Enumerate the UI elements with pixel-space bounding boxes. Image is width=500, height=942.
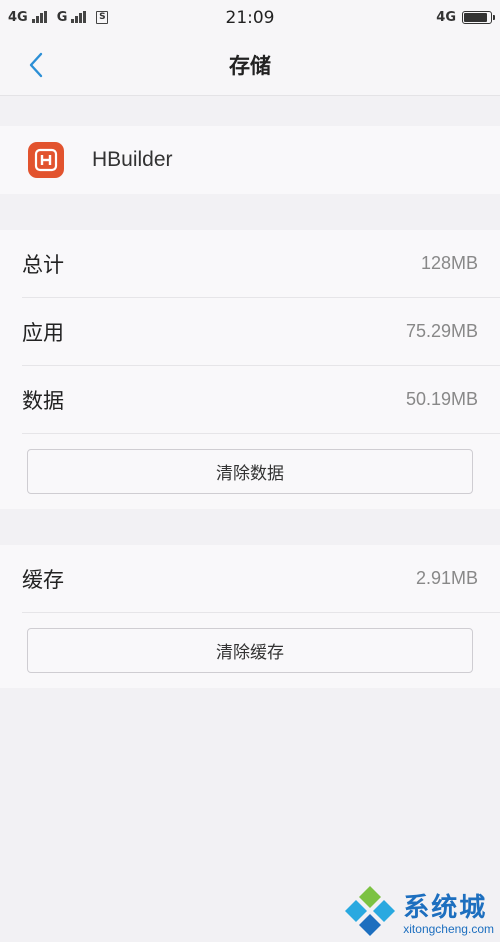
signal-bars-icon-2 bbox=[71, 11, 87, 23]
row-value: 50.19MB bbox=[405, 389, 478, 409]
watermark-cn: 系统城 bbox=[403, 892, 488, 923]
storage-row-data: 数据 50.19MB bbox=[22, 366, 500, 434]
network-label: 4G bbox=[436, 9, 456, 25]
row-label: 缓存 bbox=[22, 567, 64, 592]
row-label: 数据 bbox=[22, 388, 64, 413]
storage-row-total: 总计 128MB bbox=[22, 230, 500, 298]
page-title: 存储 bbox=[229, 53, 271, 78]
row-value: 2.91MB bbox=[415, 568, 478, 588]
cache-section: 缓存 2.91MB 清除缓存 bbox=[0, 545, 500, 688]
row-label: 总计 bbox=[22, 252, 64, 277]
h-logo-icon bbox=[34, 148, 58, 172]
app-info-card: HBuilder bbox=[0, 126, 500, 194]
sim1-label: 4G bbox=[8, 9, 28, 25]
sim2-label: G bbox=[56, 9, 68, 25]
watermark-en: xitongcheng.com bbox=[403, 921, 494, 936]
row-label: 应用 bbox=[22, 320, 64, 345]
hbuilder-app-icon bbox=[28, 142, 64, 178]
row-value: 75.29MB bbox=[405, 321, 478, 341]
back-button[interactable] bbox=[22, 51, 50, 79]
status-right: 4G bbox=[436, 9, 495, 25]
clear-data-button[interactable]: 清除数据 bbox=[27, 449, 473, 494]
storage-section: 总计 128MB 应用 75.29MB 数据 50.19MB 清除数据 bbox=[0, 230, 500, 509]
signal-bars-icon bbox=[31, 11, 47, 23]
nav-bar: 存储 bbox=[0, 34, 500, 96]
battery-fill bbox=[464, 12, 488, 22]
clear-cache-button[interactable]: 清除缓存 bbox=[27, 628, 473, 673]
status-bar: 4G G S 21:09 4G bbox=[0, 0, 500, 34]
row-value: 128MB bbox=[420, 253, 478, 273]
cache-row: 缓存 2.91MB bbox=[22, 545, 500, 613]
storage-row-app: 应用 75.29MB bbox=[22, 298, 500, 366]
app-name: HBuilder bbox=[92, 148, 173, 171]
sim-badge-icon: S bbox=[96, 10, 109, 24]
chevron-left-icon bbox=[29, 52, 43, 78]
battery-icon bbox=[462, 10, 495, 24]
status-left: 4G G S bbox=[8, 9, 109, 25]
diamond-logo-icon bbox=[345, 886, 396, 936]
watermark: 系统城 xitongcheng.com bbox=[343, 884, 494, 938]
